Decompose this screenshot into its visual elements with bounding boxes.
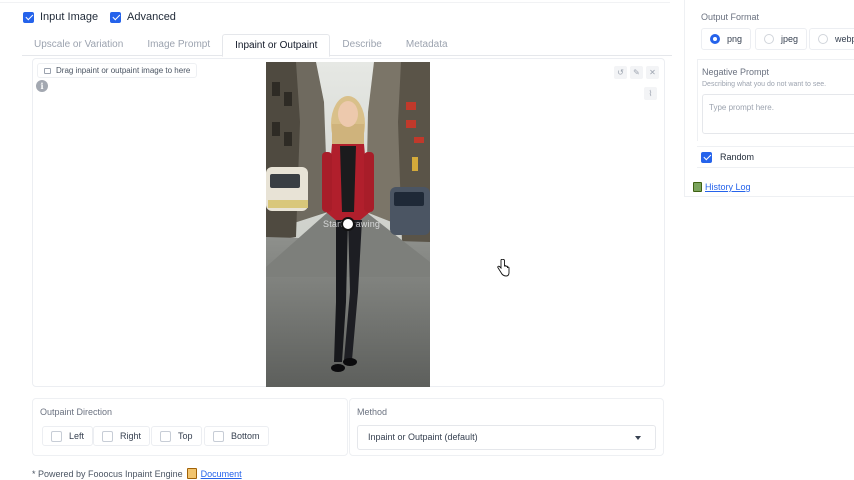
random-checkbox[interactable]: Random — [697, 146, 854, 168]
powered-by-note: * Powered by Fooocus Inpaint Engine Docu… — [32, 468, 242, 479]
outpaint-left-label: Left — [69, 431, 85, 441]
radio-selected-icon — [710, 34, 720, 44]
negative-prompt-input[interactable]: Type prompt here. — [702, 94, 854, 134]
outpaint-right-label: Right — [120, 431, 142, 441]
checkbox-icon — [102, 430, 113, 442]
info-icon[interactable]: i — [36, 80, 48, 92]
negative-prompt-info: Describing what you do not want to see. — [702, 81, 827, 88]
checkbox-checked-icon — [701, 151, 712, 163]
format-png-label: png — [727, 34, 743, 44]
input-tabs: Upscale or Variation Image Prompt Inpain… — [22, 34, 672, 57]
advanced-label: Advanced — [127, 11, 176, 23]
method-panel: Method Inpaint or Outpaint (default) — [349, 398, 664, 456]
checkbox-checked-icon — [110, 11, 121, 23]
powered-by-text: * Powered by Fooocus Inpaint Engine — [32, 468, 183, 479]
history-log-link[interactable]: History Log — [705, 182, 751, 192]
format-png-radio[interactable]: png — [701, 28, 752, 50]
inpaint-canvas[interactable]: Drag inpaint or outpaint image to here i… — [32, 58, 665, 387]
top-divider — [0, 0, 670, 3]
tab-inpaint-or-outpaint[interactable]: Inpaint or Outpaint — [222, 34, 331, 57]
image-icon — [44, 67, 51, 74]
checkbox-icon — [51, 430, 62, 442]
tab-metadata[interactable]: Metadata — [394, 34, 460, 56]
format-webp-label: webp — [835, 34, 854, 44]
history-log: History Log — [693, 182, 751, 192]
settings-panel: Output Format png jpeg webp Negative Pro… — [684, 0, 854, 197]
output-format-title: Output Format — [701, 12, 760, 22]
advanced-checkbox[interactable]: Advanced — [110, 11, 176, 23]
checkbox-icon — [160, 430, 171, 442]
method-title: Method — [357, 407, 388, 417]
close-icon[interactable]: ✕ — [646, 66, 659, 79]
negative-prompt-panel: Negative Prompt Describing what you do n… — [697, 59, 854, 141]
format-jpeg-label: jpeg — [781, 34, 799, 44]
outpaint-left-checkbox[interactable]: Left — [42, 426, 94, 446]
upload-label-text: Drag inpaint or outpaint image to here — [56, 66, 191, 75]
input-image-checkbox[interactable]: Input Image — [23, 11, 98, 23]
document-icon — [186, 468, 197, 479]
brush-cursor-icon — [341, 217, 355, 231]
checkbox-checked-icon — [23, 11, 34, 23]
tab-image-prompt[interactable]: Image Prompt — [135, 34, 222, 56]
checkbox-icon — [213, 430, 224, 442]
format-webp-radio[interactable]: webp — [809, 28, 854, 50]
outpaint-bottom-label: Bottom — [231, 431, 260, 441]
format-jpeg-radio[interactable]: jpeg — [755, 28, 808, 50]
outpaint-direction-panel: Outpaint Direction Left Right Top Bottom — [32, 398, 348, 456]
brush-icon[interactable]: ⌇ — [644, 87, 657, 100]
erase-icon[interactable]: ✎ — [630, 66, 643, 79]
chevron-down-icon — [635, 436, 641, 440]
outpaint-direction-title: Outpaint Direction — [40, 407, 113, 417]
negative-prompt-placeholder: Type prompt here. — [709, 103, 774, 112]
document-link[interactable]: Document — [201, 469, 242, 479]
outpaint-right-checkbox[interactable]: Right — [93, 426, 151, 446]
tab-upscale-or-variation[interactable]: Upscale or Variation — [22, 34, 135, 56]
book-icon — [693, 182, 702, 192]
upload-label: Drag inpaint or outpaint image to here — [37, 63, 198, 78]
radio-icon — [818, 34, 828, 44]
outpaint-top-label: Top — [178, 431, 193, 441]
method-select[interactable]: Inpaint or Outpaint (default) — [357, 425, 656, 450]
outpaint-top-checkbox[interactable]: Top — [151, 426, 202, 446]
tab-describe[interactable]: Describe — [330, 34, 393, 56]
hand-pointer-icon — [497, 259, 510, 277]
undo-icon[interactable]: ↺ — [614, 66, 627, 79]
random-label: Random — [720, 152, 755, 162]
outpaint-bottom-checkbox[interactable]: Bottom — [204, 426, 269, 446]
negative-prompt-title: Negative Prompt — [702, 67, 770, 77]
method-selected-value: Inpaint or Outpaint (default) — [368, 432, 478, 442]
radio-icon — [764, 34, 774, 44]
input-image-label: Input Image — [40, 11, 99, 23]
